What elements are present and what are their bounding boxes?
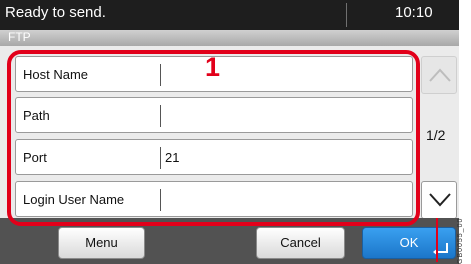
path-field[interactable]: Path (15, 97, 413, 133)
cancel-button[interactable]: Cancel (256, 227, 345, 259)
page-indicator: 1/2 (426, 127, 446, 143)
scroll-down-button[interactable] (421, 181, 457, 219)
touch-panel-screen: Ready to send. 10:10 FTP Host Name Path … (0, 0, 459, 264)
chevron-up-icon (429, 68, 451, 82)
status-divider (346, 3, 347, 27)
chevron-down-icon (429, 193, 451, 207)
enter-icon (433, 243, 448, 256)
port-field[interactable]: Port 21 (15, 139, 413, 175)
status-message: Ready to send. (5, 4, 106, 21)
field-divider (160, 105, 161, 127)
side-reference-code: GB0055_00 (457, 217, 464, 264)
port-label: Port (23, 150, 47, 165)
scroll-up-button[interactable] (421, 56, 457, 94)
status-time: 10:10 (395, 4, 433, 21)
screen-title: FTP (8, 30, 31, 44)
login-user-name-field[interactable]: Login User Name (15, 181, 413, 217)
screen-title-bar: FTP (0, 30, 459, 46)
login-user-name-label: Login User Name (23, 192, 125, 207)
field-divider (160, 64, 161, 86)
menu-button[interactable]: Menu (58, 227, 145, 259)
field-divider (160, 147, 161, 169)
path-label: Path (23, 108, 50, 123)
host-name-label: Host Name (23, 67, 89, 82)
status-bar: Ready to send. 10:10 (0, 0, 459, 30)
field-divider (160, 189, 161, 211)
port-value: 21 (165, 150, 180, 165)
callout-number: 1 (205, 52, 221, 82)
callout-pointer-line (436, 218, 438, 262)
